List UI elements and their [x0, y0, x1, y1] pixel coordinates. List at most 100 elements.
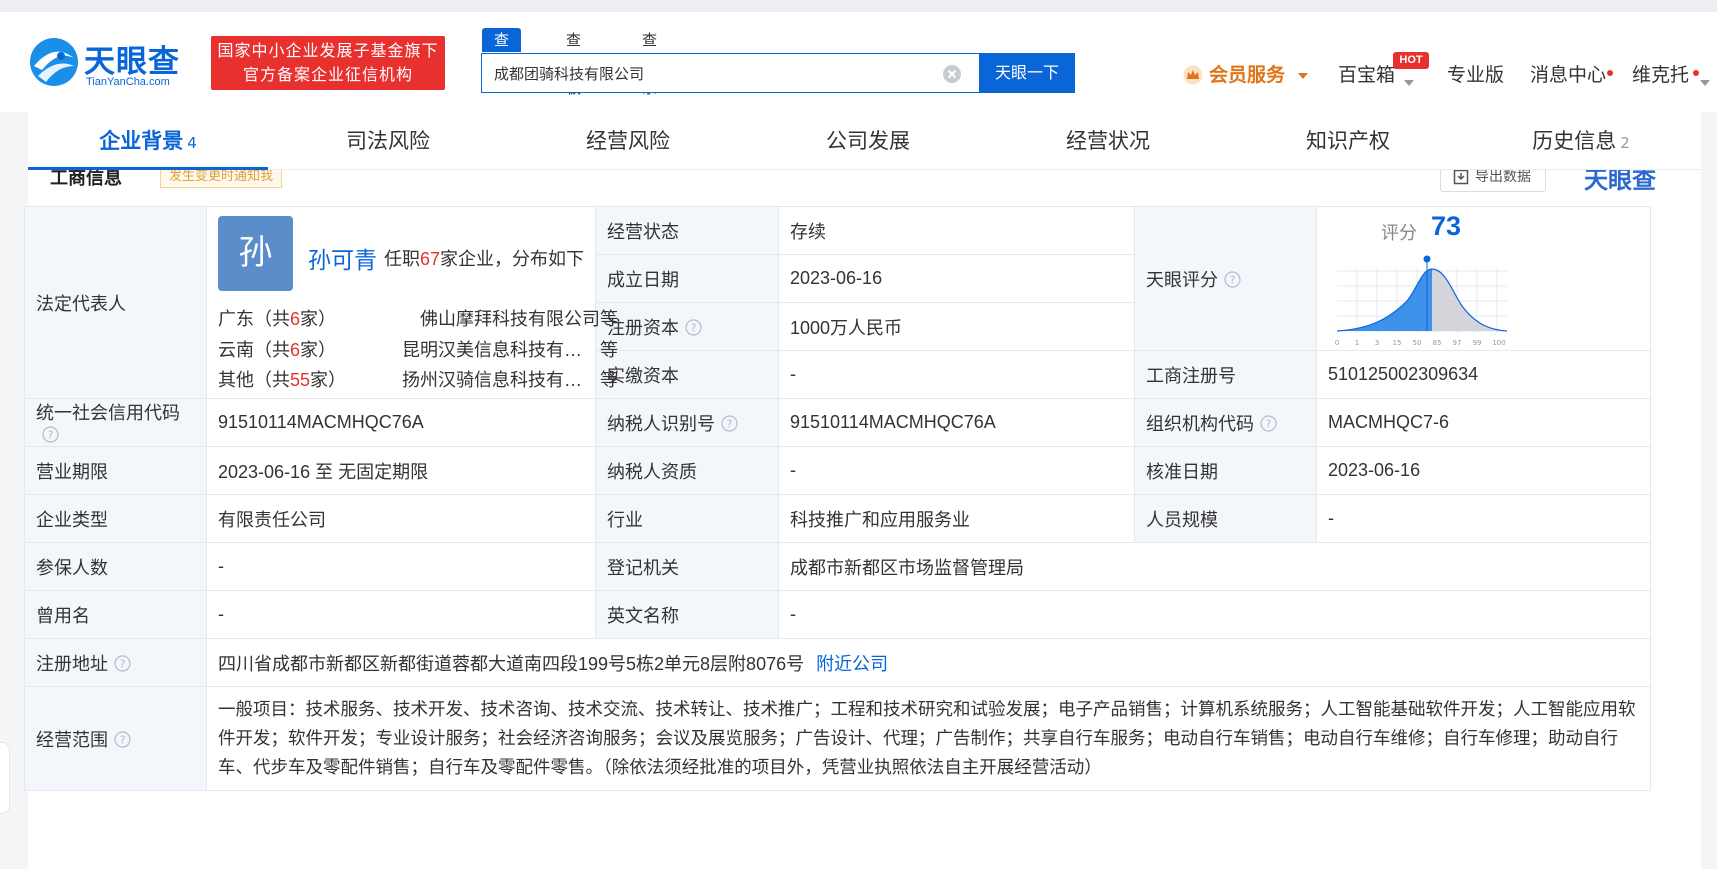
user-dropdown-icon[interactable]: [1698, 78, 1712, 88]
user-menu[interactable]: 维克托: [1632, 60, 1689, 90]
side-float-tab[interactable]: [0, 742, 10, 814]
toolbox-dropdown-icon[interactable]: [1402, 78, 1416, 88]
founded-label: 成立日期: [595, 254, 779, 303]
help-icon[interactable]: ?: [721, 414, 738, 432]
score-tick: 100: [1492, 339, 1505, 347]
score-tick: 0: [1335, 339, 1339, 347]
pro-version-link[interactable]: 专业版: [1447, 60, 1504, 90]
status-label: 经营状态: [595, 206, 779, 255]
badge-line-2: 官方备案企业征信机构: [242, 65, 413, 84]
tab-label: 知识产权: [1306, 129, 1390, 153]
svg-text:?: ?: [120, 657, 126, 670]
badge-line-1: 国家中小企业发展子基金旗下: [217, 41, 439, 60]
avatar[interactable]: 孙: [218, 216, 293, 291]
change-notify-button[interactable]: 发生变更时通知我: [160, 170, 283, 188]
search-tab-relation[interactable]: 查关系: [630, 28, 669, 97]
search-tab-boss[interactable]: 查老板: [554, 28, 593, 97]
score-label-text: 天眼评分: [1146, 269, 1218, 290]
tab-business-status[interactable]: 经营状况: [988, 112, 1228, 170]
org-code-label: 组织机构代码?: [1134, 398, 1317, 447]
tab-count: 4: [187, 134, 197, 152]
export-label: 导出数据: [1475, 170, 1531, 185]
tab-background[interactable]: 企业背景 4: [28, 112, 268, 170]
scope-label: 经营范围?: [24, 686, 207, 791]
help-icon[interactable]: ?: [1224, 270, 1241, 288]
site-logo[interactable]: 天眼查 TianYanCha.com: [28, 34, 198, 94]
search-tab-company[interactable]: 查公司: [482, 28, 522, 97]
tab-count: 2: [1620, 134, 1630, 152]
score-cell: 评分 73 0 1 3 15 50 85 97 99 100: [1316, 206, 1651, 351]
tab-label: 公司发展: [826, 129, 910, 153]
region-company[interactable]: 昆明汉美信息科技有… 等: [402, 336, 618, 362]
clear-icon[interactable]: [942, 64, 962, 84]
message-center-link[interactable]: 消息中心: [1530, 60, 1606, 90]
region-name: 广东（共6家）: [218, 309, 337, 329]
founded-value: 2023-06-16: [778, 254, 1135, 303]
user-dot: [1693, 70, 1699, 76]
region-company[interactable]: 扬州汉骑信息科技有… 等: [402, 366, 618, 392]
insured-label: 参保人数: [24, 542, 207, 591]
capital-label: 注册资本?: [595, 302, 779, 351]
credit-code-value: 91510114MACMHQC76A: [206, 398, 596, 447]
search-input[interactable]: [494, 54, 914, 92]
english-name-label: 英文名称: [595, 590, 779, 639]
export-button[interactable]: 导出数据: [1440, 170, 1546, 192]
tab-development[interactable]: 公司发展: [748, 112, 988, 170]
category-tabs: 企业背景 4 司法风险 经营风险 公司发展 经营状况 知识产权 历史信息 2: [28, 112, 1701, 170]
staff-size-label: 人员规模: [1134, 494, 1317, 543]
logo-subtext: TianYanCha.com: [86, 76, 170, 88]
jobs-prefix: 任职: [383, 249, 420, 269]
term-label: 营业期限: [24, 446, 207, 495]
vip-service-menu[interactable]: 会员服务: [1209, 60, 1285, 90]
regno-label: 工商注册号: [1134, 350, 1317, 399]
score-tick: 85: [1433, 339, 1442, 347]
address-text: 四川省成都市新都区新都街道蓉都大道南四段199号5栋2单元8层附8076号: [218, 653, 805, 674]
tab-operation-risk[interactable]: 经营风险: [508, 112, 748, 170]
help-icon[interactable]: ?: [42, 426, 59, 443]
tax-qualification-label: 纳税人资质: [595, 446, 779, 495]
region-company[interactable]: 佛山摩拜科技有限公司等: [420, 305, 618, 331]
score-title: 评分: [1381, 223, 1417, 243]
tab-label: 司法风险: [346, 129, 430, 153]
help-icon[interactable]: ?: [1260, 414, 1277, 432]
legal-rep-name[interactable]: 孙可青: [308, 241, 377, 275]
crown-icon: [1183, 65, 1203, 85]
help-icon[interactable]: ?: [114, 730, 131, 748]
tab-judicial-risk[interactable]: 司法风险: [268, 112, 508, 170]
authority-value: 成都市新都区市场监督管理局: [778, 542, 1651, 591]
hot-badge: HOT: [1393, 52, 1429, 69]
industry-label: 行业: [595, 494, 779, 543]
svg-text:?: ?: [48, 429, 54, 442]
help-icon[interactable]: ?: [114, 654, 131, 672]
nearby-companies-link[interactable]: 附近公司: [816, 654, 888, 674]
tab-ip[interactable]: 知识产权: [1228, 112, 1468, 170]
score-tick: 3: [1375, 339, 1379, 347]
paid-capital-value: -: [778, 350, 1135, 399]
search-button[interactable]: 天眼一下: [979, 53, 1075, 93]
score-widget[interactable]: 评分 73 0 1 3 15 50 85 97 99 100: [1317, 207, 1650, 349]
english-name-value: -: [778, 590, 1651, 639]
company-type-value: 有限责任公司: [206, 494, 596, 543]
official-badge: 国家中小企业发展子基金旗下 官方备案企业征信机构: [211, 36, 445, 90]
table-row: 经营范围? 一般项目：技术服务、技术开发、技术咨询、技术交流、技术转让、技术推广…: [24, 686, 1651, 791]
help-icon[interactable]: ?: [685, 318, 702, 336]
score-distribution-chart: 0 1 3 15 50 85 97 99 100: [1335, 255, 1508, 347]
tax-qualification-value: -: [778, 446, 1135, 495]
toolbox-menu[interactable]: 百宝箱: [1338, 60, 1395, 90]
address-label: 注册地址?: [24, 638, 207, 687]
former-name-label: 曾用名: [24, 590, 207, 639]
logo-text: 天眼查: [84, 44, 180, 80]
svg-text:?: ?: [691, 321, 697, 334]
jobs-suffix: 家企业，分布如下: [440, 249, 584, 269]
business-info-table: 法定代表人 孙 孙可青 任职67家企业，分布如下 广东（共6家） 佛山摩拜科技有限…: [24, 206, 1651, 791]
score-label: 天眼评分?: [1134, 206, 1317, 351]
score-tick: 99: [1473, 339, 1482, 347]
credit-code-label: 统一社会信用代码?: [24, 398, 207, 447]
tab-label: 企业背景: [99, 129, 184, 153]
company-type-label: 企业类型: [24, 494, 207, 543]
vip-dropdown-icon[interactable]: [1297, 72, 1309, 80]
tab-label: 经营风险: [586, 129, 670, 153]
tab-history[interactable]: 历史信息 2: [1461, 112, 1701, 170]
search-box: [481, 53, 979, 93]
scope-value: 一般项目：技术服务、技术开发、技术咨询、技术交流、技术转让、技术推广；工程和技术…: [206, 686, 1651, 791]
